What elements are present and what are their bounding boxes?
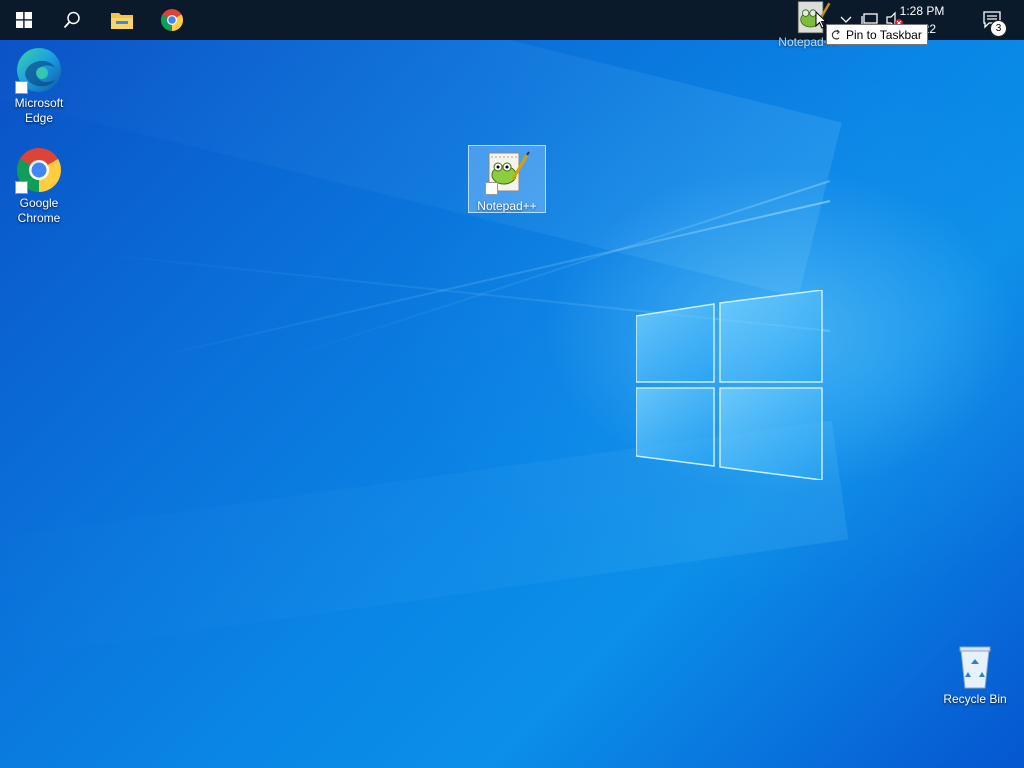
shortcut-arrow-icon <box>15 81 28 94</box>
pin-to-taskbar-tooltip: Pin to Taskbar <box>826 24 928 45</box>
desktop[interactable]: Microsoft Edge Google Chrome Notepad++ R… <box>0 0 1024 768</box>
light-beam <box>0 0 842 298</box>
tray-clock-time[interactable]: 1:28 PM <box>882 3 962 19</box>
search-icon <box>63 11 80 29</box>
folder-icon <box>111 13 133 29</box>
chrome-label-line2: Chrome <box>17 211 61 225</box>
shortcut-arrow-icon <box>485 182 498 195</box>
windows-logo-wallpaper <box>636 290 823 480</box>
desktop-icon-recycle-bin[interactable]: Recycle Bin <box>937 642 1013 707</box>
taskbar-file-explorer[interactable] <box>98 0 146 40</box>
windows-start-icon <box>16 12 32 28</box>
recycle-bin-label: Recycle Bin <box>943 692 1007 706</box>
taskbar-chrome[interactable] <box>148 0 196 40</box>
edge-label-line2: Edge <box>24 111 54 125</box>
edge-label-line1: Microsoft <box>14 96 64 110</box>
tooltip-text: Pin to Taskbar <box>846 27 922 42</box>
notification-count-badge: 3 <box>990 20 1007 37</box>
edge-icon <box>15 46 63 94</box>
recycle-bin-icon <box>951 642 999 690</box>
chrome-icon <box>161 9 183 31</box>
desktop-icon-chrome[interactable]: Google Chrome <box>1 146 77 226</box>
shortcut-arrow-icon <box>15 181 28 194</box>
chrome-icon <box>15 146 63 194</box>
pin-icon <box>831 29 840 40</box>
action-center-button[interactable]: 3 <box>976 6 1008 37</box>
desktop-icon-notepadpp[interactable]: Notepad++ <box>468 145 546 213</box>
notepadpp-icon <box>483 149 531 197</box>
search-button[interactable] <box>48 0 96 40</box>
start-button[interactable] <box>0 0 48 40</box>
chrome-label-line1: Google <box>19 196 59 210</box>
notepadpp-label: Notepad++ <box>477 199 537 213</box>
desktop-icon-edge[interactable]: Microsoft Edge <box>1 46 77 126</box>
